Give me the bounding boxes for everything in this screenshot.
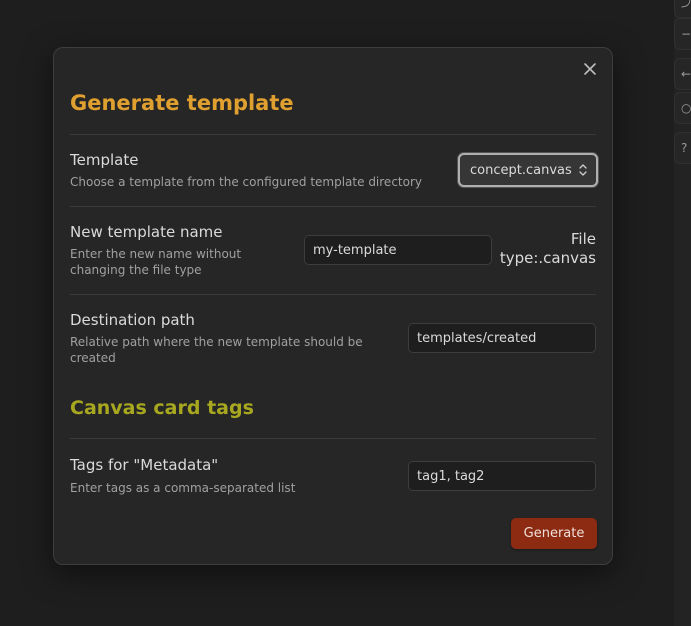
template-setting-name: Template xyxy=(70,151,139,169)
generate-button[interactable]: Generate xyxy=(511,518,597,549)
divider xyxy=(70,206,596,207)
chevron-updown-icon xyxy=(579,164,587,176)
destination-desc-line1: Relative path where the new template sho… xyxy=(70,335,363,349)
destination-input[interactable]: templates/created xyxy=(408,323,596,353)
modal-title: Generate template xyxy=(70,91,294,115)
tags-setting-desc: Enter tags as a comma-separated list xyxy=(70,481,296,495)
destination-desc-line2: created xyxy=(70,351,116,365)
file-type-line2: type:.canvas xyxy=(499,249,596,267)
new-name-desc-line1: Enter the new name without xyxy=(70,247,242,261)
destination-input-value: templates/created xyxy=(417,330,537,346)
new-name-input-value: my-template xyxy=(313,242,397,258)
file-type-line1: File xyxy=(570,230,596,248)
template-select-value: concept.canvas xyxy=(470,162,572,178)
close-icon xyxy=(584,63,596,75)
generate-template-modal: Generate template Template Choose a temp… xyxy=(53,47,613,565)
template-select[interactable]: concept.canvas xyxy=(458,153,598,187)
tags-input[interactable]: tag1, tag2 xyxy=(408,461,596,491)
divider xyxy=(70,294,596,295)
divider xyxy=(70,438,596,439)
new-name-setting-name: New template name xyxy=(70,223,223,241)
modal-overlay: Generate template Template Choose a temp… xyxy=(0,0,691,626)
destination-setting-name: Destination path xyxy=(70,311,195,329)
canvas-card-tags-heading: Canvas card tags xyxy=(70,397,254,419)
new-name-input[interactable]: my-template xyxy=(304,235,492,265)
tags-setting-name: Tags for "Metadata" xyxy=(70,456,219,474)
tags-input-value: tag1, tag2 xyxy=(417,468,485,484)
file-type-label: File type:.canvas xyxy=(484,230,596,268)
divider xyxy=(70,134,596,135)
new-name-desc-line2: changing the file type xyxy=(70,263,202,277)
close-button[interactable] xyxy=(578,57,602,81)
template-setting-desc: Choose a template from the configured te… xyxy=(70,175,422,189)
